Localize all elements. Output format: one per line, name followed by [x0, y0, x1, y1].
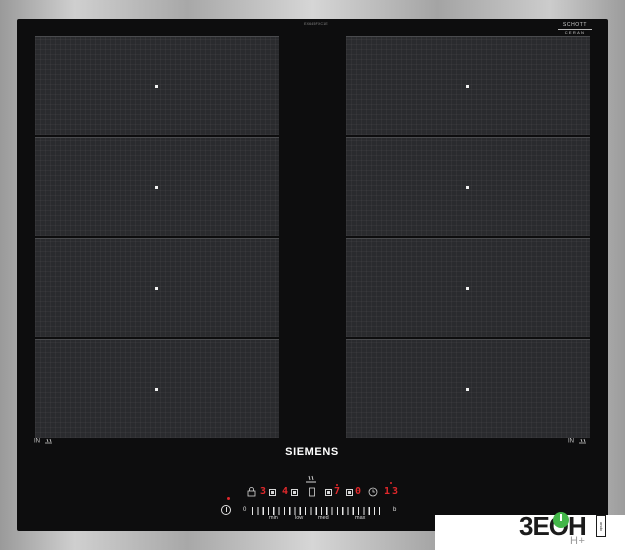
- slider-label-max: max: [355, 515, 366, 521]
- right-zone-3[interactable]: [346, 238, 590, 337]
- zone-select-icon[interactable]: [269, 489, 276, 496]
- zone-level-display-2: 4: [282, 486, 289, 497]
- slider-label-low: low: [295, 515, 304, 521]
- zone-center-mark: [466, 287, 469, 290]
- glass-maker-line2: CERAN: [564, 30, 586, 35]
- glass-maker-logo: SCHOTT CERAN: [558, 23, 592, 35]
- watermark-box-text: ondo: [596, 515, 606, 537]
- watermark-power-icon: [553, 512, 569, 528]
- zone-select-icon[interactable]: [346, 489, 353, 496]
- boost-button[interactable]: b: [393, 507, 396, 513]
- zone-level-display-3: 7: [334, 486, 341, 497]
- timer-led: [390, 482, 392, 484]
- left-zone-4[interactable]: [35, 339, 279, 438]
- power-level-slider[interactable]: [252, 507, 380, 515]
- brand-logo: SIEMENS: [285, 446, 339, 458]
- flex-right-indicator: IN: [568, 438, 590, 445]
- slider-label-min: min: [269, 515, 278, 521]
- lock-icon[interactable]: [247, 487, 257, 497]
- flex-right-label: IN: [568, 438, 574, 445]
- zone-select-icon[interactable]: [291, 489, 298, 496]
- move-function-icon[interactable]: [308, 487, 316, 497]
- watermark-suffix: Н+: [570, 535, 586, 547]
- left-zone-3[interactable]: [35, 238, 279, 337]
- zone-level-display-4: 0: [355, 486, 362, 497]
- zone-center-mark: [155, 388, 158, 391]
- glass-maker-line1: SCHOTT: [562, 22, 588, 28]
- left-zone-2[interactable]: [35, 137, 279, 236]
- flex-left-indicator: IN: [34, 438, 56, 445]
- power-indicator-led: [227, 497, 230, 500]
- model-code: EX645FXC1E: [304, 22, 328, 26]
- timer-display: 13: [384, 486, 401, 497]
- zone-center-mark: [155, 186, 158, 189]
- slider-zero-label[interactable]: 0: [243, 507, 246, 513]
- pan-detect-icon: [306, 475, 316, 483]
- left-zone-1[interactable]: [35, 36, 279, 135]
- zone-center-mark: [155, 85, 158, 88]
- pan-icon: [578, 438, 586, 444]
- right-zone-2[interactable]: [346, 137, 590, 236]
- zone-center-mark: [466, 388, 469, 391]
- zone-center-mark: [466, 85, 469, 88]
- zone-center-mark: [466, 186, 469, 189]
- right-zone-4[interactable]: [346, 339, 590, 438]
- power-button[interactable]: [221, 505, 231, 515]
- zone-select-icon[interactable]: [325, 489, 332, 496]
- zone-level-display-1: 3: [260, 486, 267, 497]
- pan-icon: [44, 438, 52, 444]
- right-zone-1[interactable]: [346, 36, 590, 135]
- flex-left-label: IN: [34, 438, 40, 445]
- timer-clock-icon[interactable]: [368, 487, 378, 497]
- slider-label-med: med: [318, 515, 329, 521]
- zone-center-mark: [155, 287, 158, 290]
